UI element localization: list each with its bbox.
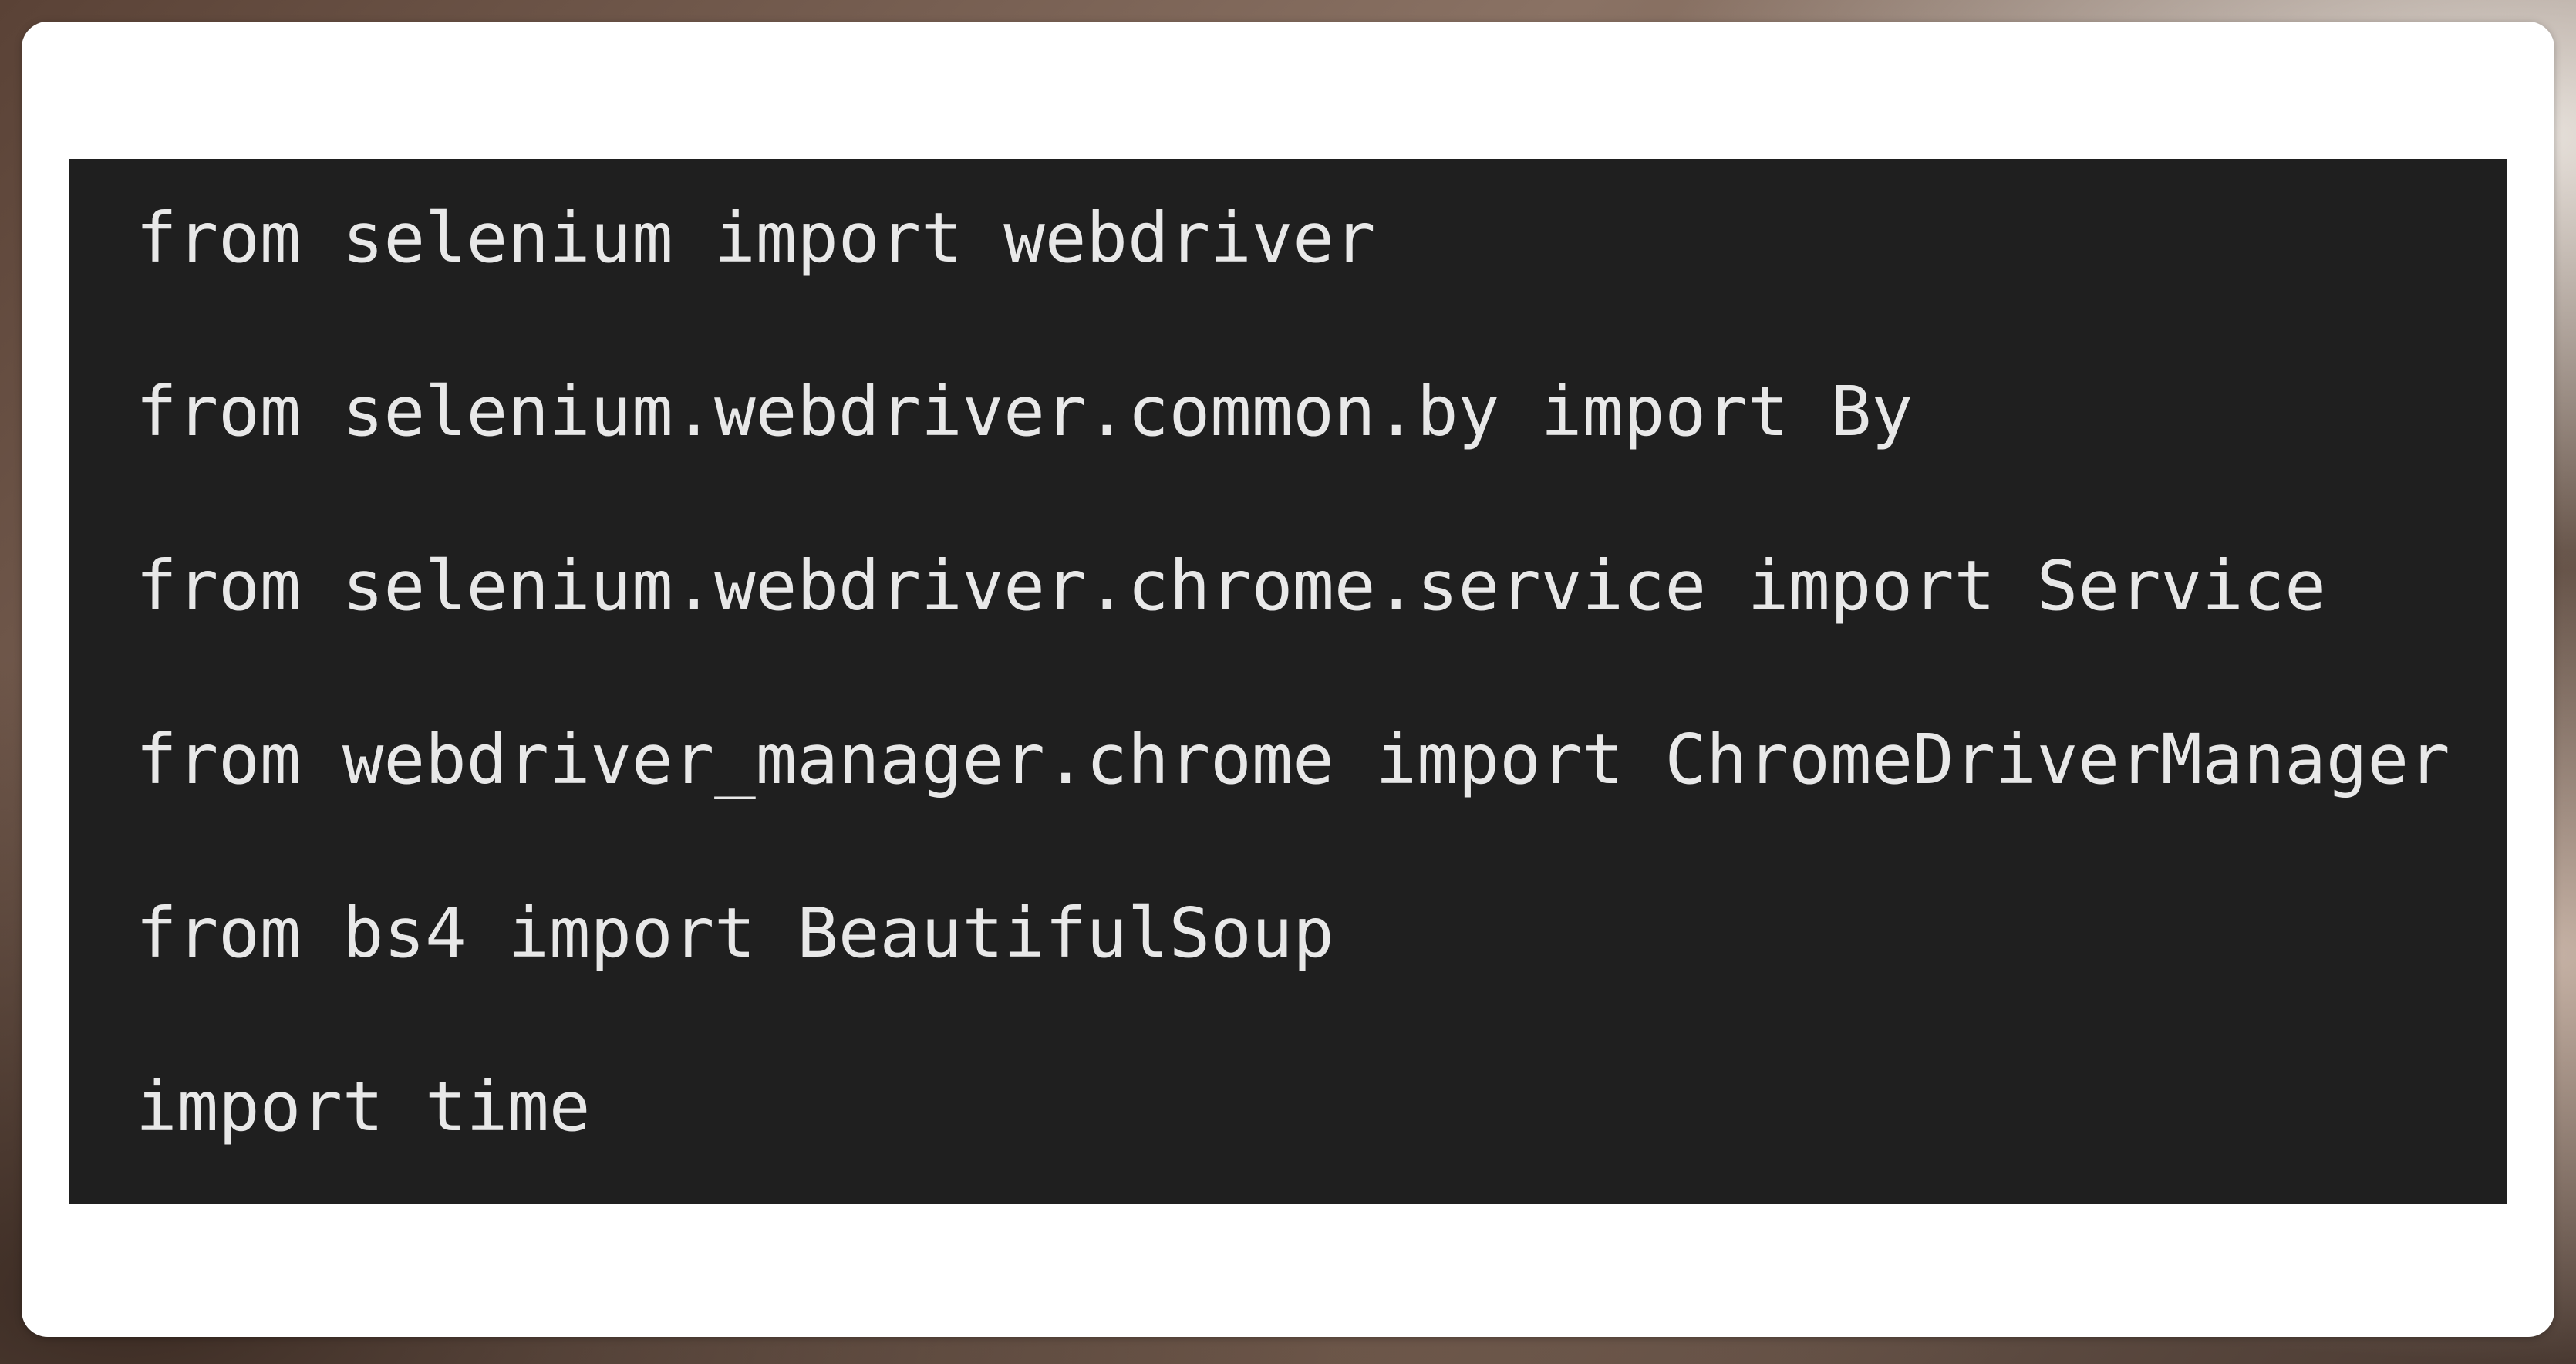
code-block[interactable]: from selenium import webdriver from sele… — [69, 159, 2507, 1204]
code-line-1: from selenium import webdriver — [136, 198, 1376, 278]
code-line-2: from selenium.webdriver.common.by import… — [136, 371, 1913, 451]
code-line-5: from bs4 import BeautifulSoup — [136, 893, 1334, 973]
content-card: from selenium import webdriver from sele… — [22, 22, 2554, 1337]
code-line-3: from selenium.webdriver.chrome.service i… — [136, 545, 2326, 626]
code-line-6: import time — [136, 1066, 591, 1146]
code-line-4: from webdriver_manager.chrome import Chr… — [136, 719, 2450, 799]
